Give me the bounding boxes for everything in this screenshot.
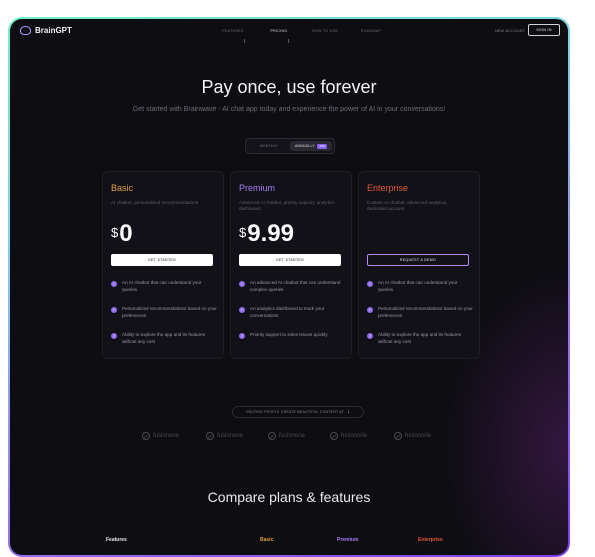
price-value: 0 — [119, 220, 133, 247]
discount-badge: -10% — [317, 143, 328, 149]
arrow-down-icon: ↓ — [347, 409, 350, 415]
check-icon: ✓ — [239, 332, 245, 339]
feature-item: ✓ Priority support to solve issues quickl… — [239, 332, 345, 339]
feature-text: Ability to explore the app and its featu… — [378, 332, 461, 344]
check-icon: ✓ — [367, 280, 373, 287]
check-icon: ✓ — [239, 280, 245, 287]
request-demo-button[interactable]: REQUEST A DEMO — [367, 254, 469, 266]
feature-item: ✓ Ability to explore the app and its feat… — [367, 332, 473, 345]
currency-symbol: $ — [111, 225, 119, 240]
feature-item: ✓ Ability to explore the app and its feat… — [111, 332, 217, 345]
plan-description: Advanced AI chatbot, priority support, a… — [239, 200, 335, 211]
partner-logo: fusionone — [142, 432, 179, 440]
app-screen: BrainGPT FEATURES PRICING HOW TO USE ROA… — [10, 19, 568, 555]
feature-item: ✓ An AI chatbot that can understand your … — [111, 280, 217, 293]
fusion-logo-icon — [206, 432, 214, 440]
brain-logo-icon — [20, 26, 31, 35]
compare-header-enterprise: Enterprise — [418, 537, 443, 543]
check-icon: ✓ — [111, 280, 117, 287]
partner-logo: fusionone — [330, 432, 367, 440]
feature-text: An analytics dashboard to track your con… — [250, 306, 325, 318]
sign-in-button[interactable]: SIGN IN — [528, 24, 560, 36]
plan-card-premium: Premium Advanced AI chatbot, priority su… — [230, 171, 352, 359]
check-icon: ✓ — [239, 306, 245, 313]
nav-roadmap[interactable]: ROADMAP — [348, 29, 394, 33]
partner-logo-name: fusionone — [341, 433, 368, 439]
main-nav: FEATURES PRICING HOW TO USE ROADMAP — [210, 29, 394, 33]
feature-text: Priority support to solve issues quickly — [250, 332, 328, 337]
plan-price: $9.99 — [239, 220, 294, 248]
header: BrainGPT FEATURES PRICING HOW TO USE ROA… — [10, 19, 568, 45]
feature-item: ✓ An AI chatbot that can understand your … — [367, 280, 473, 293]
plan-description: Custom AI chatbot, advanced analytics, d… — [367, 200, 448, 211]
price-value: 9.99 — [247, 220, 294, 247]
nav-divider — [288, 39, 289, 43]
fusion-logo-icon — [394, 432, 402, 440]
toggle-annually[interactable]: ANNUALLY -10% — [290, 141, 332, 151]
check-icon: ✓ — [367, 332, 373, 339]
feature-text: Personalized recommendations based on yo… — [378, 306, 473, 318]
plan-card-enterprise: Enterprise Custom AI chatbot, advanced a… — [358, 171, 480, 359]
nav-features[interactable]: FEATURES — [210, 29, 256, 33]
plan-card-basic: Basic AI chatbot, personalized recommend… — [102, 171, 224, 359]
check-icon: ✓ — [111, 332, 117, 339]
feature-text: Ability to explore the app and its featu… — [122, 332, 205, 344]
check-icon: ✓ — [367, 306, 373, 313]
partner-logo-name: fusionone — [153, 433, 180, 439]
brand-logo[interactable]: BrainGPT — [20, 26, 72, 35]
partner-logo-name: fusionone — [405, 433, 432, 439]
toggle-monthly[interactable]: MONTHLY — [250, 143, 288, 148]
feature-item: ✓ An advanced AI chatbot that can underst… — [239, 280, 345, 293]
compare-header-premium: Premium — [337, 537, 359, 543]
feature-text: An AI chatbot that can understand your q… — [122, 280, 202, 292]
page-title: Pay once, use forever — [201, 77, 377, 97]
partner-logo: fusionone — [206, 432, 243, 440]
fusion-logo-icon — [330, 432, 338, 440]
nav-pricing[interactable]: PRICING — [256, 29, 302, 33]
plan-name: Enterprise — [367, 183, 409, 193]
partner-logo: fusionone — [394, 432, 431, 440]
device-frame: BrainGPT FEATURES PRICING HOW TO USE ROA… — [8, 17, 570, 557]
nav-divider — [244, 39, 245, 43]
fusion-logo-icon — [268, 432, 276, 440]
toggle-annually-label: ANNUALLY — [294, 144, 315, 148]
feature-text: An advanced AI chatbot that can understa… — [250, 280, 341, 292]
social-proof-text: HELPING PEOPLE CREATE BEAUTIFUL CONTENT … — [245, 410, 344, 414]
social-proof-pill: HELPING PEOPLE CREATE BEAUTIFUL CONTENT … — [232, 406, 364, 418]
compare-title: Compare plans & features — [207, 489, 371, 505]
plan-price: $0 — [111, 220, 133, 248]
get-started-button[interactable]: GET STARTED — [239, 254, 341, 266]
compare-header-features: Features — [106, 537, 127, 543]
fusion-logo-icon — [142, 432, 150, 440]
plan-name: Basic — [111, 183, 134, 193]
feature-item: ✓ Personalized recommendations based on y… — [111, 306, 217, 319]
feature-text: Personalized recommendations based on yo… — [122, 306, 217, 318]
feature-text: An AI chatbot that can understand your q… — [378, 280, 458, 292]
feature-item: ✓ An analytics dashboard to track your co… — [239, 306, 345, 319]
plan-name: Premium — [239, 183, 276, 193]
plan-description: AI chatbot, personalized recommendations — [111, 200, 199, 205]
partner-logo: fusionone — [268, 432, 305, 440]
nav-how-to-use[interactable]: HOW TO USE — [302, 29, 348, 33]
partner-logo-name: fusionone — [217, 433, 244, 439]
partner-logo-name: fusionone — [279, 433, 306, 439]
compare-header-basic: Basic — [260, 537, 274, 543]
feature-item: ✓ Personalized recommendations based on y… — [367, 306, 473, 319]
check-icon: ✓ — [111, 306, 117, 313]
billing-toggle: MONTHLY ANNUALLY -10% — [245, 138, 335, 154]
brand-name: BrainGPT — [35, 26, 72, 35]
new-account-link[interactable]: NEW ACCOUNT — [495, 29, 525, 33]
get-started-button[interactable]: GET STARTED — [111, 254, 213, 266]
currency-symbol: $ — [239, 225, 247, 240]
page-subtitle: Get started with Brainwave - AI chat app… — [132, 106, 446, 113]
